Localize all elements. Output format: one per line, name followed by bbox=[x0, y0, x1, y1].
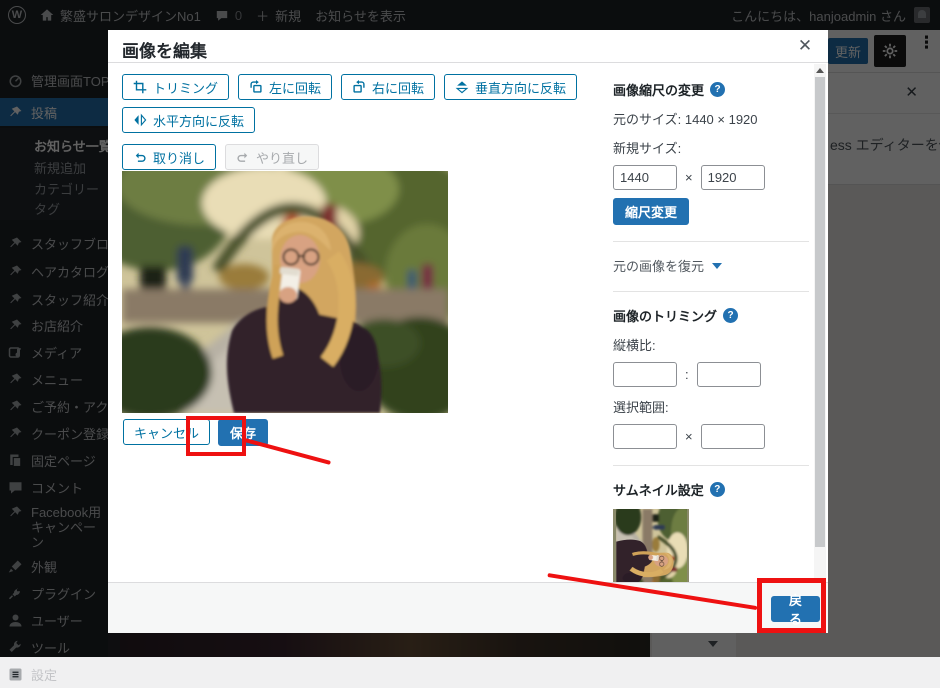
selection-width-input[interactable] bbox=[613, 424, 677, 449]
original-size-value: 1440 × 1920 bbox=[685, 112, 758, 127]
times-separator: × bbox=[685, 429, 693, 444]
colon-separator: : bbox=[685, 367, 689, 382]
selection-height-input[interactable] bbox=[701, 424, 765, 449]
modal-header: 画像を編集 ✕ bbox=[108, 30, 828, 63]
flip-horizontal-icon bbox=[133, 113, 147, 127]
modal-footer: 戻る bbox=[108, 582, 828, 633]
rotate-right-button[interactable]: 右に回転 bbox=[341, 74, 435, 100]
edit-image-modal: 画像を編集 ✕ トリミング 左に回転 右に回転 垂直方向に反転 bbox=[108, 30, 828, 633]
aspect-height-input[interactable] bbox=[697, 362, 761, 387]
rotate-right-icon bbox=[352, 80, 366, 94]
section-divider bbox=[613, 465, 809, 466]
aspect-width-input[interactable] bbox=[613, 362, 677, 387]
thumbnail-section-title: サムネイル設定 ? bbox=[613, 480, 809, 499]
redo-icon bbox=[236, 150, 250, 164]
scroll-up-icon[interactable] bbox=[816, 68, 824, 73]
sidebar-item-settings[interactable]: 設定 bbox=[0, 660, 108, 688]
section-divider bbox=[613, 241, 809, 242]
help-icon[interactable]: ? bbox=[710, 82, 725, 97]
rotate-left-button[interactable]: 左に回転 bbox=[238, 74, 332, 100]
original-size-row: 元のサイズ: 1440 × 1920 bbox=[613, 109, 809, 128]
modal-title: 画像を編集 bbox=[122, 37, 207, 62]
flip-vertical-button[interactable]: 垂直方向に反転 bbox=[444, 74, 577, 100]
modal-scrollbar[interactable] bbox=[814, 64, 826, 612]
times-separator: × bbox=[685, 170, 693, 185]
aspect-ratio-label: 縦横比: bbox=[613, 335, 809, 354]
restore-original-toggle[interactable]: 元の画像を復元 bbox=[613, 256, 809, 275]
selection-label: 選択範囲: bbox=[613, 397, 809, 416]
new-size-label: 新規サイズ: bbox=[613, 138, 809, 157]
scale-apply-button[interactable]: 縮尺変更 bbox=[613, 198, 689, 225]
annotation-box-save bbox=[186, 416, 246, 456]
settings-icon bbox=[8, 667, 23, 682]
help-icon[interactable]: ? bbox=[723, 308, 738, 323]
section-divider bbox=[613, 291, 809, 292]
crop-icon bbox=[133, 80, 147, 94]
chevron-down-icon bbox=[712, 263, 722, 269]
image-preview[interactable] bbox=[122, 171, 448, 413]
scale-section-title: 画像縮尺の変更 ? bbox=[613, 80, 809, 99]
scale-height-input[interactable] bbox=[701, 165, 765, 190]
flip-vertical-icon bbox=[455, 80, 469, 94]
rotate-left-icon bbox=[249, 80, 263, 94]
flip-horizontal-button[interactable]: 水平方向に反転 bbox=[122, 107, 255, 133]
crop-section-title: 画像のトリミング ? bbox=[613, 306, 809, 325]
undo-button[interactable]: 取り消し bbox=[122, 144, 216, 170]
annotation-box-back bbox=[757, 578, 826, 633]
image-edit-toolbar: トリミング 左に回転 右に回転 垂直方向に反転 水平方向に反転 bbox=[122, 74, 614, 177]
scrollbar-thumb[interactable] bbox=[815, 77, 825, 547]
help-icon[interactable]: ? bbox=[710, 482, 725, 497]
crop-button[interactable]: トリミング bbox=[122, 74, 229, 100]
undo-icon bbox=[133, 150, 147, 164]
redo-button[interactable]: やり直し bbox=[225, 144, 319, 170]
image-edit-sidebar: 画像縮尺の変更 ? 元のサイズ: 1440 × 1920 新規サイズ: × 縮尺… bbox=[613, 80, 809, 633]
close-icon[interactable]: ✕ bbox=[794, 35, 816, 57]
scale-width-input[interactable] bbox=[613, 165, 677, 190]
